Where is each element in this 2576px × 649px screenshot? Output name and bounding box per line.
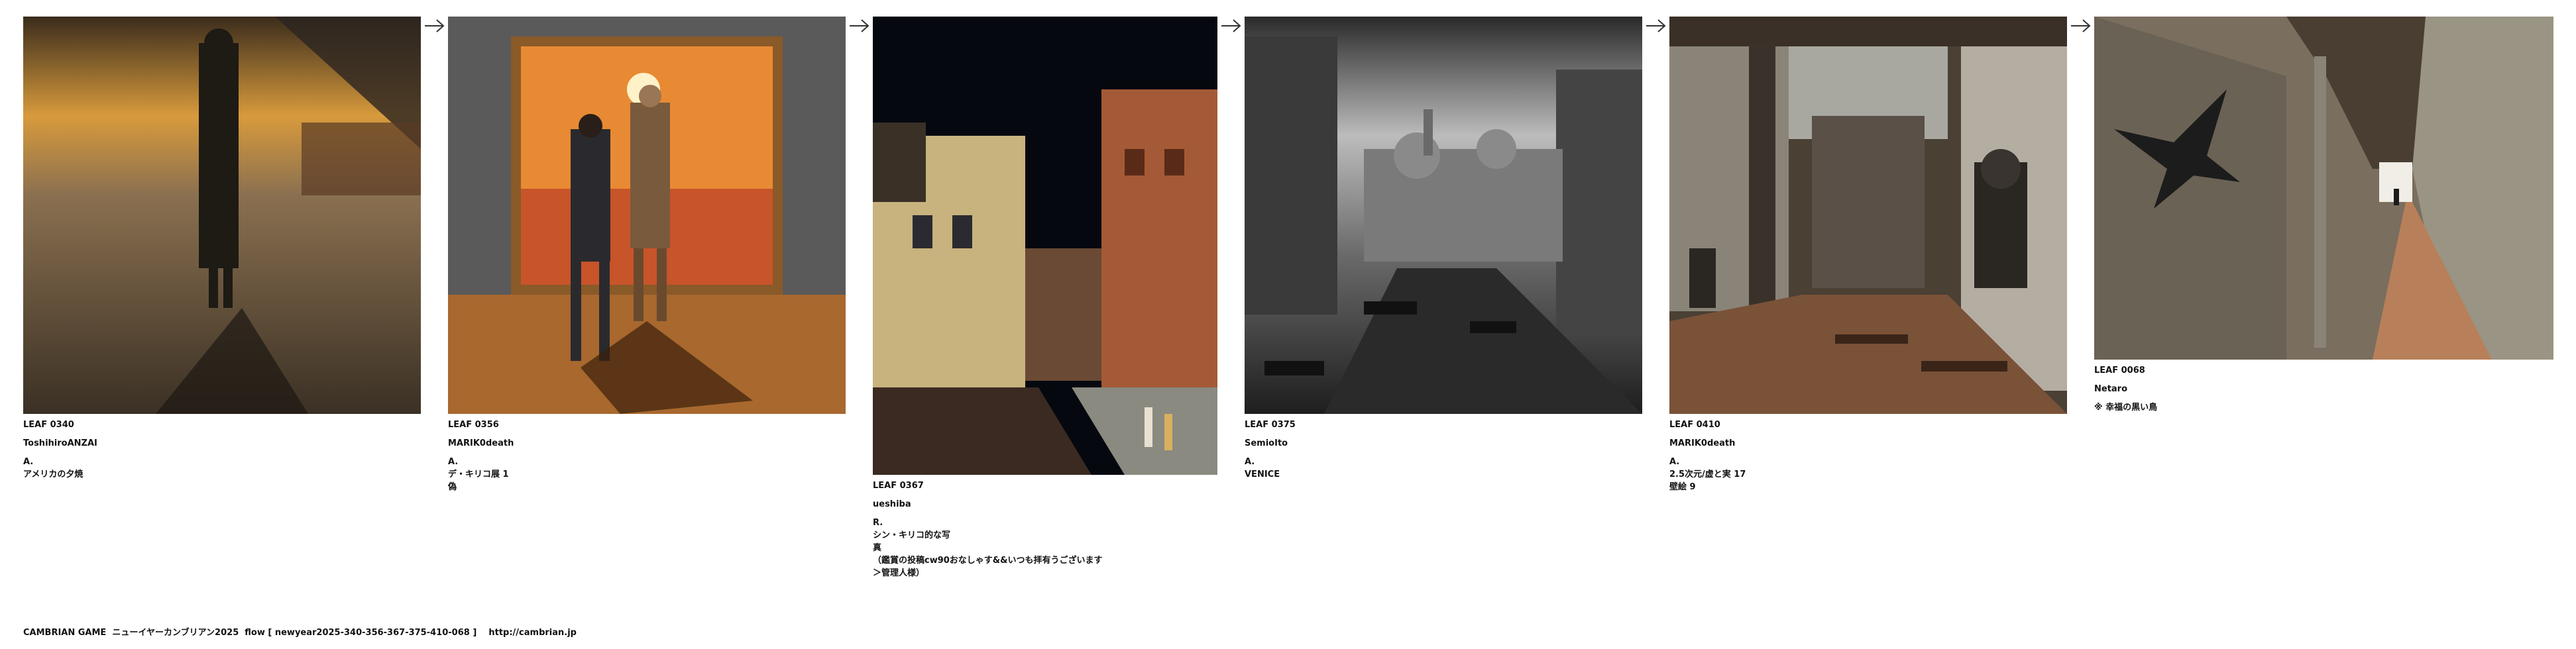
leaf-number: LEAF 0340 [23,420,74,430]
leaf-card-0356[interactable]: LEAF 0356 MARIK0death A. デ・キリコ展 1 偽 [448,17,846,493]
leaf-card-0410[interactable]: LEAF 0410 MARIK0death A. 2.5次元/虚と実 17 壁絵… [1669,17,2067,493]
leaf-card-0068[interactable]: LEAF 0068 Netaro ※ 幸福の黒い鳥 [2094,17,2553,414]
leaf-title: アメリカの夕焼 [23,470,84,479]
leaf-card-0367[interactable]: LEAF 0367 ueshiba R. シン・キリコ的な写 真 （鑑賞の投稿c… [873,17,1217,579]
leaf-image-sunset-walker[interactable] [23,17,421,414]
leaf-image-gallery-painting[interactable] [448,17,846,414]
flow-page: LEAF 0340 ToshihiroANZAI A. アメリカの夕焼 LEAF… [0,0,2576,649]
leaf-image-ruined-mural[interactable] [1669,17,2067,414]
leaf-number: LEAF 0375 [1245,420,1296,430]
leaf-title: シン・キリコ的な写 真 （鑑賞の投稿cw90おなしゃす&&いつも拝有うございます… [873,530,1103,578]
leaf-mark: A. [23,457,34,467]
arrow-right-icon [1646,19,1666,32]
leaf-author[interactable]: SemioIto [1245,437,1642,450]
arrow-right-icon [850,19,869,32]
arrow-right-icon [1221,19,1241,32]
leaf-title: VENICE [1245,470,1280,479]
arrow-right-icon [425,19,445,32]
arrow-right-icon [2071,19,2091,32]
leaf-mark: A. [1669,457,1680,467]
leaf-mark: A. [1245,457,1255,467]
leaf-author[interactable]: ueshiba [873,498,1217,511]
leaf-number: LEAF 0068 [2094,366,2145,375]
leaf-number: LEAF 0410 [1669,420,1720,430]
leaf-image-venice-night[interactable] [873,17,1217,475]
leaf-mark: R. [873,518,883,528]
leaf-mark: ※ 幸福の黒い鳥 [2094,403,2158,413]
leaf-author[interactable]: Netaro [2094,383,2553,395]
leaf-card-0340[interactable]: LEAF 0340 ToshihiroANZAI A. アメリカの夕焼 [23,17,421,481]
leaf-image-corridor-bird[interactable] [2094,17,2553,360]
leaf-card-0375[interactable]: LEAF 0375 SemioIto A. VENICE [1245,17,1642,481]
leaf-title: デ・キリコ展 1 偽 [448,470,509,492]
leaf-title: 2.5次元/虚と実 17 壁絵 9 [1669,470,1746,492]
leaf-mark: A. [448,457,459,467]
leaf-image-venice-monochrome[interactable] [1245,17,1642,414]
leaf-number: LEAF 0367 [873,481,924,491]
leaf-author[interactable]: MARIK0death [1669,437,2067,450]
leaf-author[interactable]: MARIK0death [448,437,846,450]
footer-credits[interactable]: CAMBRIAN GAME ニューイヤーカンブリアン2025 flow [ ne… [23,625,577,638]
leaf-number: LEAF 0356 [448,420,499,430]
leaf-author[interactable]: ToshihiroANZAI [23,437,421,450]
